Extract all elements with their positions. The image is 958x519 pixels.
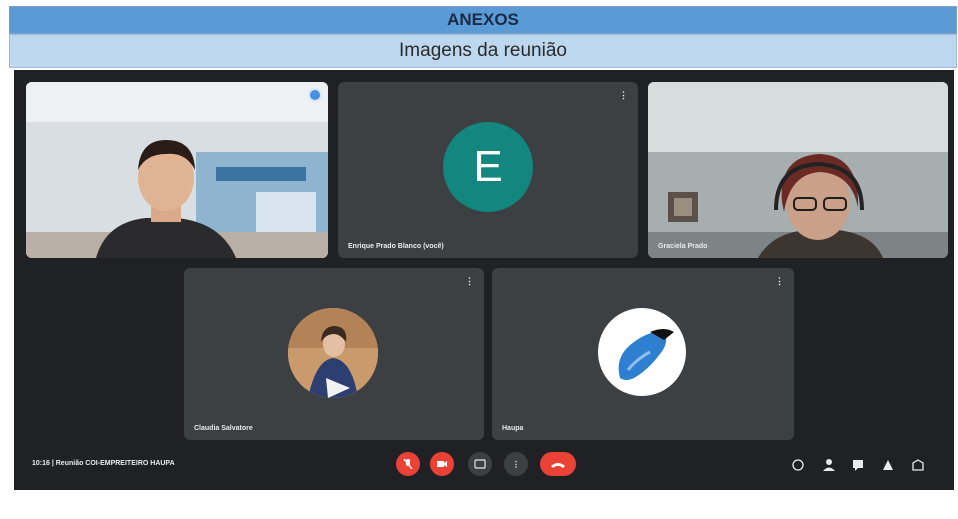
camera-off-icon[interactable] <box>430 452 454 476</box>
captions-icon[interactable] <box>468 452 492 476</box>
people-icon[interactable] <box>822 458 835 471</box>
mic-off-icon[interactable] <box>396 452 420 476</box>
participant-avatar-logo <box>598 308 686 396</box>
participant-tile-4[interactable]: ⋮ Claudia Salvatore <box>184 268 484 440</box>
chat-icon[interactable] <box>852 458 864 471</box>
more-options-icon[interactable]: ⋮ <box>504 452 528 476</box>
participant-tile-video-3[interactable]: Graciela Prado <box>648 82 948 258</box>
meeting-info-text: 10:16 | Reunião COI-EMPREITEIRO HAUPA <box>32 460 175 467</box>
document-subtitle-bar: Imagens da reunião <box>9 34 957 68</box>
participant-tile-2[interactable]: ⋮ E Enrique Prado Blanco (você) <box>338 82 638 258</box>
meeting-controls-bar: 10:16 | Reunião COI-EMPREITEIRO HAUPA ⋮ <box>14 448 954 484</box>
document-subtitle: Imagens da reunião <box>399 40 567 61</box>
more-options-icon[interactable]: ⋮ <box>619 90 628 101</box>
participant-name: Claudia Salvatore <box>194 425 253 432</box>
avatar-initial-letter: E <box>473 142 503 191</box>
participant-name: Graciela Prado <box>658 243 708 250</box>
video-feed-man <box>26 82 328 258</box>
participant-avatar-initial: E <box>443 122 533 212</box>
participant-name: Haupa <box>502 425 524 432</box>
info-icon[interactable] <box>792 458 804 471</box>
more-options-icon[interactable]: ⋮ <box>465 276 474 287</box>
participant-tile-video-1[interactable] <box>26 82 328 258</box>
pin-icon[interactable] <box>308 88 322 102</box>
more-options-icon[interactable]: ⋮ <box>775 276 784 287</box>
host-controls-icon[interactable] <box>912 458 924 471</box>
meeting-screenshot: ⋮ E Enrique Prado Blanco (você) Graciela… <box>14 70 954 490</box>
participant-name: Enrique Prado Blanco (você) <box>348 243 444 250</box>
video-feed-woman <box>648 82 948 258</box>
end-call-icon[interactable] <box>540 452 576 476</box>
document-title: ANEXOS <box>447 10 519 29</box>
activities-icon[interactable] <box>882 458 894 470</box>
document-title-bar: ANEXOS <box>9 6 957 34</box>
participant-avatar-photo <box>288 308 378 398</box>
participant-tile-5[interactable]: ⋮ Haupa <box>492 268 794 440</box>
